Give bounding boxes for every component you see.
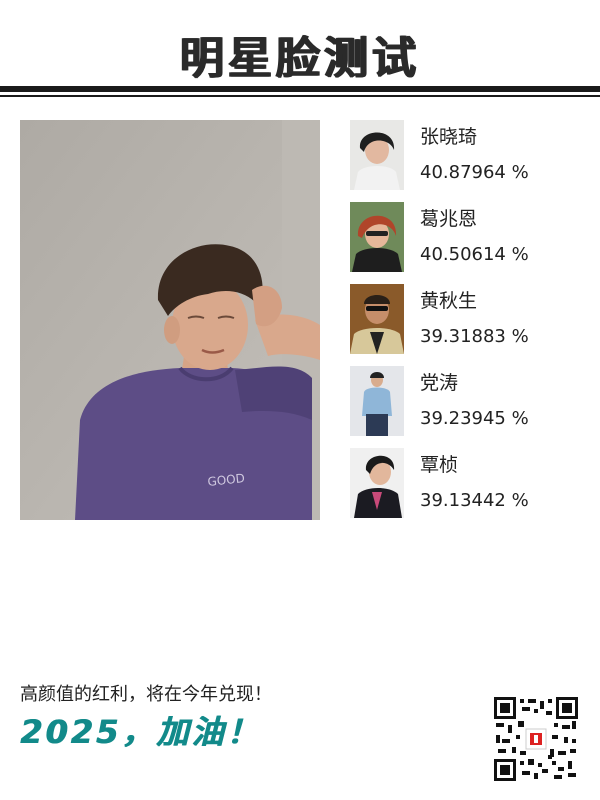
match-score: 40.50614 % <box>420 244 529 265</box>
match-score: 39.23945 % <box>420 408 529 429</box>
match-name: 覃桢 <box>420 454 459 476</box>
match-item: 覃桢 39.13442 % <box>350 448 590 518</box>
match-name: 葛兆恩 <box>420 208 478 230</box>
match-thumbnail <box>350 284 404 354</box>
page-title: 明星脸测试 <box>180 33 420 84</box>
match-score: 39.13442 % <box>420 490 529 511</box>
uploaded-photo: GOOD <box>20 120 320 520</box>
match-thumbnail <box>350 448 404 518</box>
match-thumbnail <box>350 366 404 436</box>
match-score: 40.87964 % <box>420 162 529 183</box>
match-score: 39.31883 % <box>420 326 529 347</box>
qr-code <box>492 695 580 783</box>
slogan-text: 高颜值的红利，将在今年兑现！ <box>20 684 272 705</box>
match-thumbnail <box>350 120 404 190</box>
match-thumbnail <box>350 202 404 272</box>
header-divider-thin <box>0 95 600 97</box>
match-name: 黄秋生 <box>420 290 478 312</box>
cheer-text: 2025，加油！ <box>20 713 262 751</box>
match-name: 张晓琦 <box>420 126 478 148</box>
header-divider-thick <box>0 86 600 92</box>
match-name: 党涛 <box>420 372 459 394</box>
match-item: 黄秋生 39.31883 % <box>350 284 590 354</box>
match-item: 葛兆恩 40.50614 % <box>350 202 590 272</box>
match-item: 张晓琦 40.87964 % <box>350 120 590 190</box>
match-item: 党涛 39.23945 % <box>350 366 590 436</box>
